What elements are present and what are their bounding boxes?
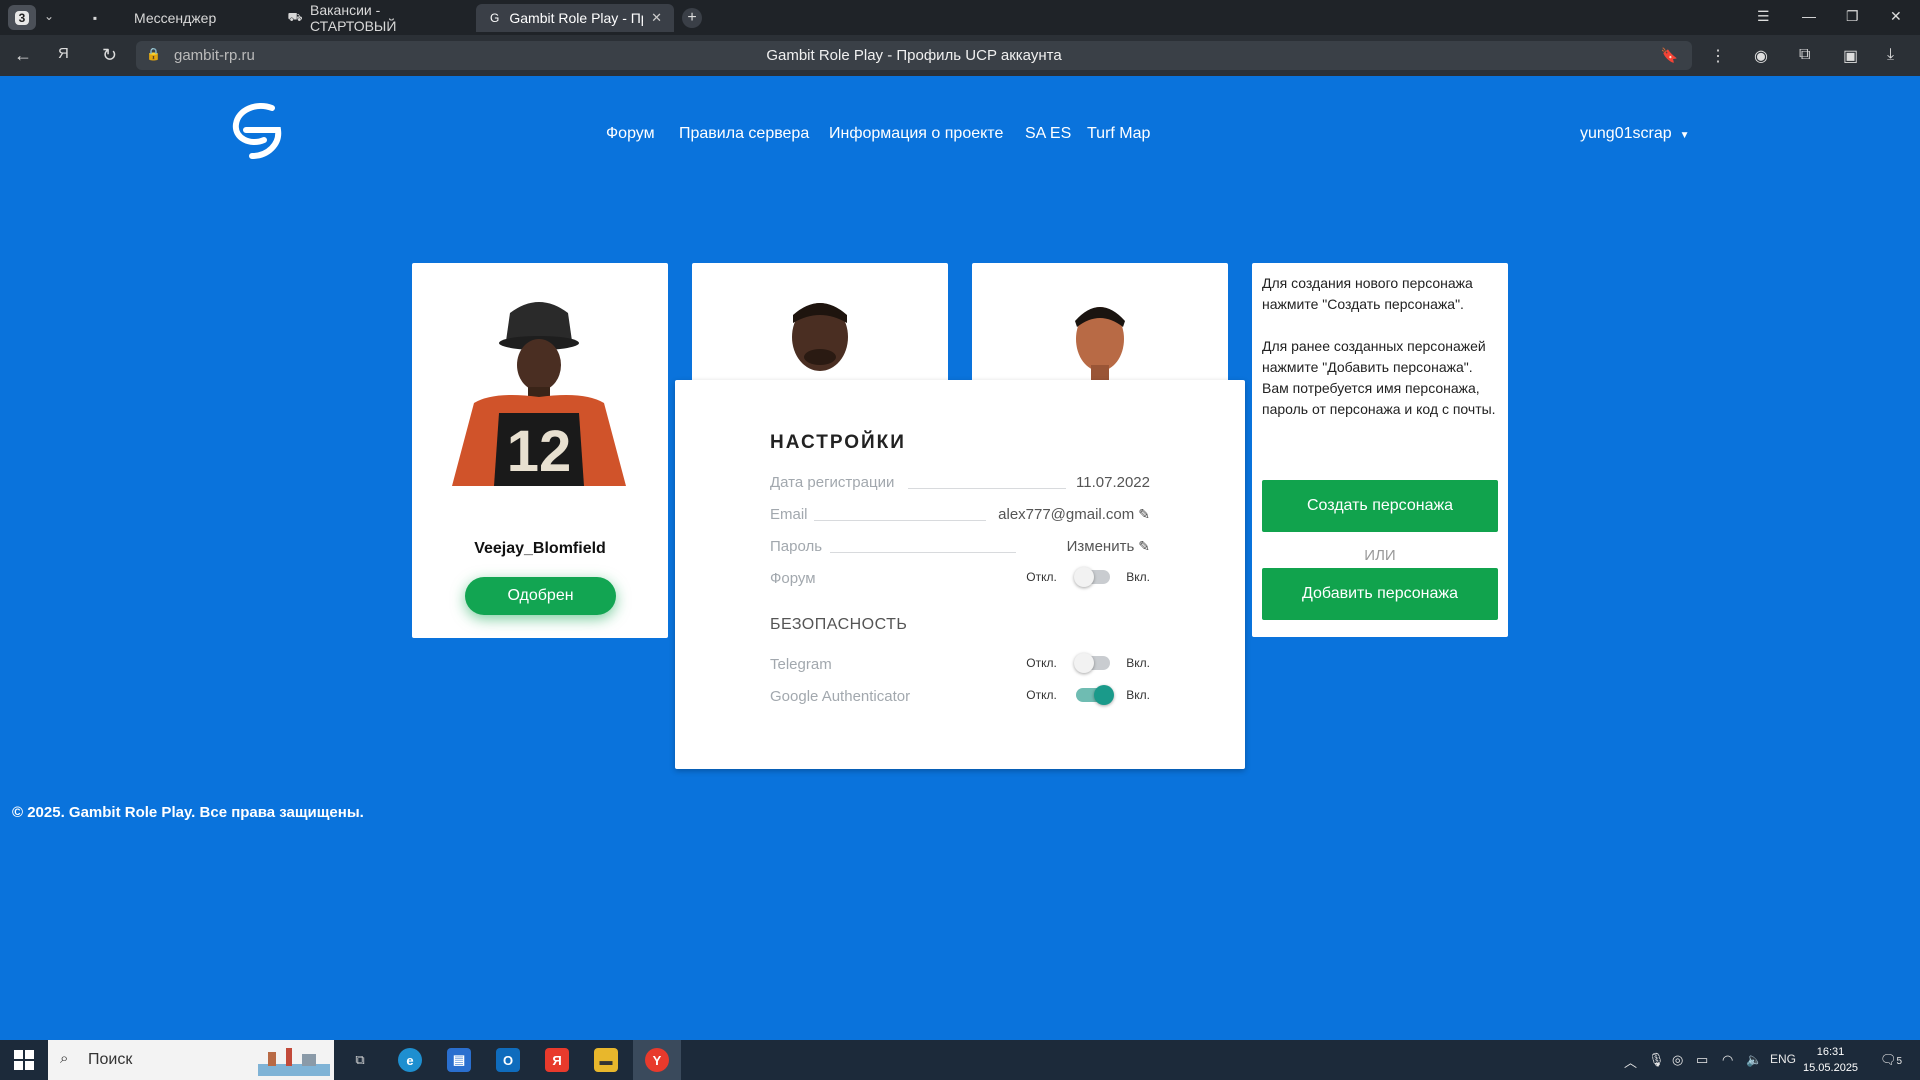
address-bar: ← Я ↻ 🔒 gambit-rp.ru Gambit Role Play - … bbox=[0, 35, 1920, 76]
toggle-knob bbox=[1074, 567, 1095, 587]
new-tab-button[interactable]: + bbox=[682, 8, 702, 28]
extension-icon[interactable]: ◉ bbox=[1754, 46, 1768, 66]
create-character-button[interactable]: Создать персонажа bbox=[1262, 480, 1498, 532]
search-placeholder: Поиск bbox=[88, 1051, 133, 1068]
volume-icon[interactable]: 🔈 bbox=[1746, 1052, 1762, 1068]
nav-project-info[interactable]: Информация о проекте bbox=[829, 125, 1003, 143]
file-explorer-icon[interactable]: ▬ bbox=[594, 1048, 618, 1072]
yandex-app-icon[interactable]: Я bbox=[545, 1048, 569, 1072]
password-row: Пароль Изменить ✎ bbox=[770, 538, 1150, 555]
menu-icon[interactable]: ☰ bbox=[1757, 8, 1770, 25]
character-name: Veejay_Blomfield bbox=[474, 540, 606, 557]
yandex-browser-icon[interactable]: Y bbox=[645, 1048, 669, 1072]
forum-row: Форум Откл. Вкл. bbox=[770, 567, 1150, 592]
status-approved-button[interactable]: Одобрен bbox=[465, 577, 616, 615]
profile-icon[interactable]: ▣ bbox=[1843, 46, 1858, 66]
character-avatar bbox=[1075, 307, 1125, 383]
info-create-text: Для создания нового персонажа нажмите "С… bbox=[1262, 275, 1473, 312]
caret-down-icon: ▼ bbox=[1679, 130, 1690, 141]
language-indicator[interactable]: ENG bbox=[1770, 1052, 1796, 1066]
download-icon[interactable]: ⤓ bbox=[1887, 46, 1894, 64]
tab-gambit[interactable]: G Gambit Role Play - Проф ✕ bbox=[476, 4, 674, 32]
settings-panel: НАСТРОЙКИ Дата регистрации 11.07.2022 Em… bbox=[675, 380, 1245, 769]
taskbar-clock[interactable]: 16:31 15.05.2025 bbox=[1803, 1044, 1858, 1076]
email-value: alex777@gmail.com bbox=[998, 506, 1135, 523]
yandex-icon[interactable]: Я bbox=[58, 45, 69, 62]
gambit-logo-icon[interactable] bbox=[226, 100, 290, 162]
toggle-knob bbox=[1074, 653, 1095, 673]
task-view-icon[interactable]: ⧉ bbox=[348, 1048, 372, 1072]
search-highlight-image bbox=[258, 1048, 330, 1076]
svg-text:12: 12 bbox=[507, 419, 572, 484]
restore-icon[interactable]: ❐ bbox=[1846, 8, 1859, 25]
tab-vacancies[interactable]: ⛟ Вакансии - СТАРТОВЫЙ bbox=[276, 2, 476, 34]
registration-date-row: Дата регистрации 11.07.2022 bbox=[770, 474, 1150, 491]
url-field[interactable]: 🔒 gambit-rp.ru Gambit Role Play - Профил… bbox=[136, 41, 1692, 70]
telegram-row: Telegram Откл. Вкл. bbox=[770, 653, 1150, 678]
minimize-icon[interactable]: — bbox=[1802, 8, 1816, 24]
change-password-link[interactable]: Изменить bbox=[1067, 538, 1135, 555]
security-title: БЕЗОПАСНОСТЬ bbox=[770, 616, 908, 633]
wifi-icon[interactable]: ◠ bbox=[1722, 1052, 1733, 1068]
browser-tab-bar: 3 ⌄ ▪ Мессенджер ⛟ Вакансии - СТАРТОВЫЙ … bbox=[0, 0, 1920, 35]
nav-rules[interactable]: Правила сервера bbox=[679, 125, 809, 143]
nav-sa-es[interactable]: SA ES bbox=[1025, 125, 1071, 143]
outlook-icon[interactable]: O bbox=[496, 1048, 520, 1072]
google-authenticator-row: Google Authenticator Откл. Вкл. bbox=[770, 685, 1150, 710]
collections-icon[interactable]: ⧉ bbox=[1799, 46, 1810, 64]
bookmark-icon[interactable]: 🔖 bbox=[1661, 47, 1678, 64]
settings-title: НАСТРОЙКИ bbox=[770, 432, 906, 453]
email-row: Email alex777@gmail.com ✎ bbox=[770, 506, 1150, 523]
character-card[interactable] bbox=[692, 263, 948, 383]
chat-icon: ▪ bbox=[92, 11, 98, 25]
footer-copyright: © 2025. Gambit Role Play. Все права защи… bbox=[12, 804, 364, 821]
registration-date-value: 11.07.2022 bbox=[1076, 474, 1150, 491]
pencil-icon[interactable]: ✎ bbox=[1138, 506, 1150, 523]
webcam-icon[interactable]: ◎ bbox=[1672, 1052, 1683, 1068]
page-title: Gambit Role Play - Профиль UCP аккаунта bbox=[766, 47, 1062, 64]
nav-forum[interactable]: Форум bbox=[606, 125, 655, 143]
dotted-leader bbox=[830, 552, 1016, 553]
tab-counter[interactable]: 3 bbox=[8, 5, 36, 30]
taskbar-search[interactable]: ⌕ Поиск bbox=[48, 1040, 334, 1080]
microphone-icon[interactable]: 🎙 bbox=[1648, 1052, 1665, 1068]
character-avatar bbox=[792, 303, 848, 371]
forum-toggle[interactable] bbox=[1074, 567, 1111, 587]
or-separator: ИЛИ bbox=[1364, 547, 1396, 564]
windows-start-icon[interactable] bbox=[14, 1050, 34, 1070]
close-icon[interactable]: ✕ bbox=[651, 10, 662, 26]
dotted-leader bbox=[814, 520, 986, 521]
edge-icon[interactable]: e bbox=[398, 1048, 422, 1072]
character-avatar: 12 bbox=[452, 302, 626, 486]
chevron-down-icon[interactable]: ⌄ bbox=[44, 9, 54, 23]
toggle-knob bbox=[1094, 685, 1115, 705]
info-card: Для создания нового персонажа нажмите "С… bbox=[1252, 263, 1508, 637]
telegram-toggle[interactable] bbox=[1074, 653, 1111, 673]
character-card[interactable]: 12 Veejay_Blomfield Одобрен bbox=[412, 263, 668, 638]
user-menu[interactable]: yung01scrap ▼ bbox=[1580, 125, 1690, 143]
pencil-icon[interactable]: ✎ bbox=[1138, 538, 1150, 555]
back-icon[interactable]: ← bbox=[14, 45, 32, 66]
chevron-up-icon[interactable]: ︿ bbox=[1624, 1052, 1637, 1071]
tab-messenger[interactable]: ▪ Мессенджер bbox=[76, 4, 276, 32]
taskbar: ⌕ Поиск ⧉ e ▤ O Я ▬ Y ︿ 🎙 ◎ ▭ ◠ 🔈 ENG 16… bbox=[0, 1040, 1920, 1080]
notifications-icon[interactable]: 🗨5 bbox=[1880, 1052, 1902, 1068]
battery-icon[interactable]: ▭ bbox=[1696, 1052, 1708, 1068]
close-window-icon[interactable]: ✕ bbox=[1890, 8, 1902, 25]
username: yung01scrap bbox=[1580, 125, 1672, 142]
reload-icon[interactable]: ↻ bbox=[102, 45, 117, 66]
info-add-text: Для ранее созданных персонажей нажмите "… bbox=[1262, 338, 1496, 417]
add-character-button[interactable]: Добавить персонажа bbox=[1262, 568, 1498, 620]
google-authenticator-toggle[interactable] bbox=[1076, 685, 1115, 705]
car-icon: ⛟ bbox=[287, 10, 303, 24]
gambit-favicon-icon: G bbox=[490, 11, 500, 25]
character-card[interactable] bbox=[972, 263, 1228, 383]
store-icon[interactable]: ▤ bbox=[447, 1048, 471, 1072]
dotted-leader bbox=[908, 488, 1066, 489]
nav-turf-map[interactable]: Turf Map bbox=[1087, 125, 1150, 143]
search-icon: ⌕ bbox=[60, 1050, 69, 1067]
more-icon[interactable]: ⋮ bbox=[1710, 46, 1726, 66]
